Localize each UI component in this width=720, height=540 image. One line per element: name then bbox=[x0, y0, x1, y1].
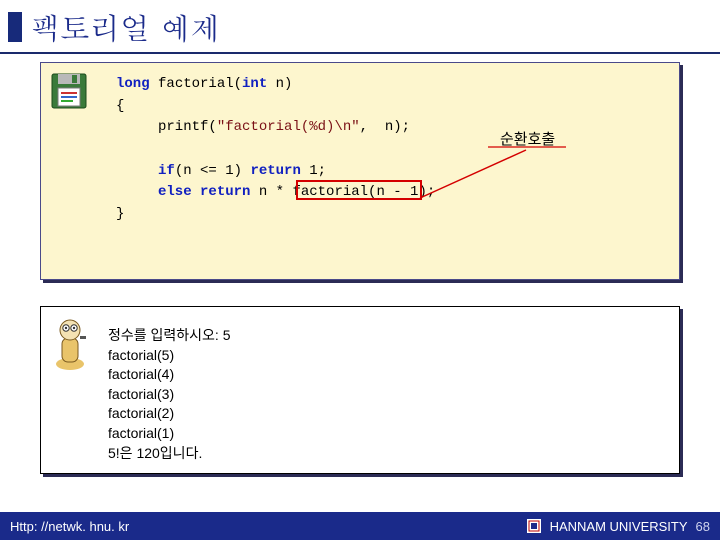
footer-url: Http: //netwk. hnu. kr bbox=[10, 519, 129, 534]
footer-university: HANNAM UNIVERSITY bbox=[550, 519, 688, 534]
callout-connector bbox=[0, 0, 720, 300]
university-logo-icon bbox=[526, 518, 542, 534]
footer-right: HANNAM UNIVERSITY 68 bbox=[526, 518, 710, 534]
page-number: 68 bbox=[696, 519, 710, 534]
slide: 팩토리얼 예제 long factorial(int n) { printf("… bbox=[0, 0, 720, 540]
program-output: 정수를 입력하시오: 5 factorial(5) factorial(4) f… bbox=[108, 326, 231, 463]
mascot-icon bbox=[50, 316, 90, 377]
footer-bar: Http: //netwk. hnu. kr HANNAM UNIVERSITY… bbox=[0, 512, 720, 540]
